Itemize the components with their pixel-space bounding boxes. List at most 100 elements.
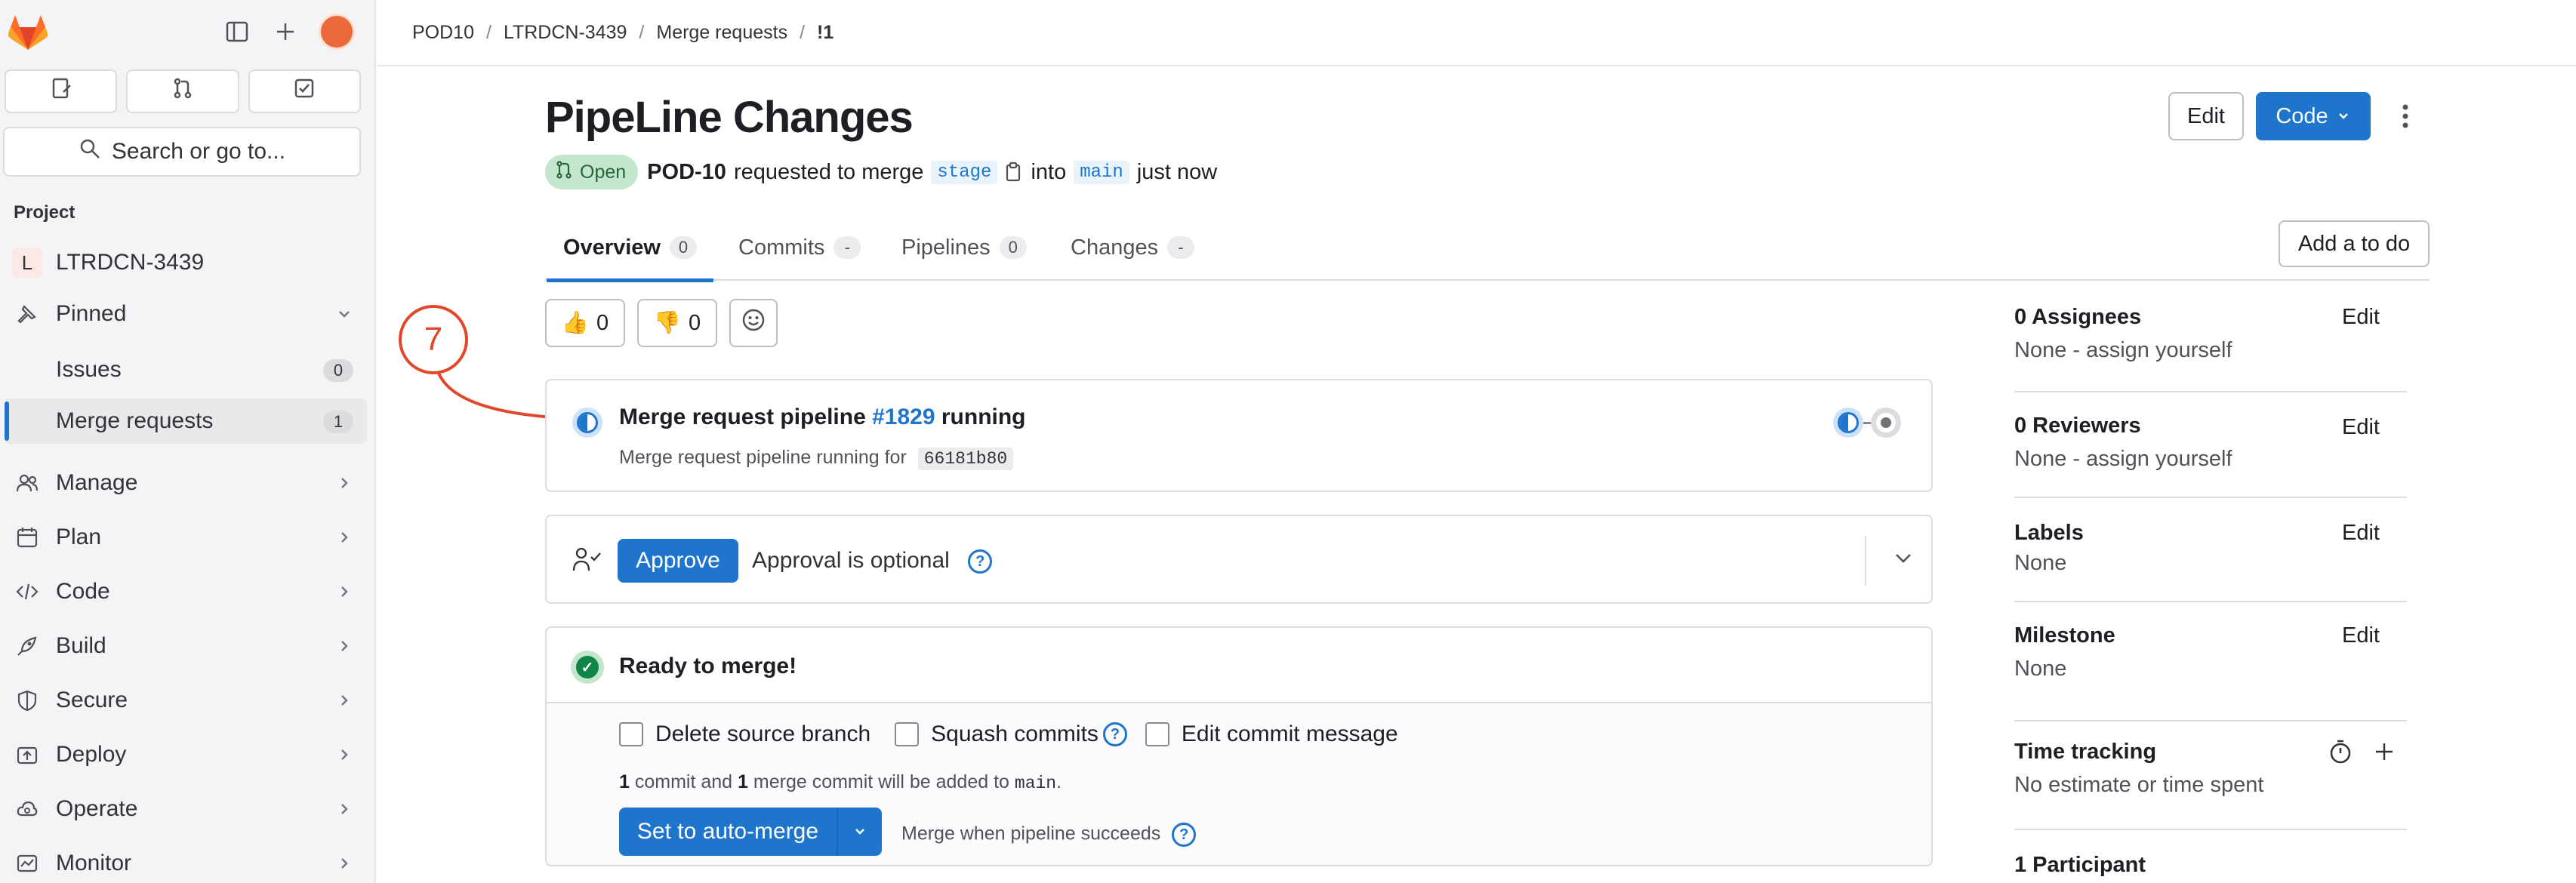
stage-pending-icon[interactable]: [1871, 408, 1901, 438]
labels-value: None: [2014, 551, 2067, 575]
chevron-right-icon: [335, 581, 353, 607]
commit-sha[interactable]: 66181b80: [917, 448, 1014, 470]
thumbs-up-button[interactable]: 👍 0: [545, 299, 625, 347]
tab-label: Overview: [563, 235, 661, 260]
status-label: Open: [580, 161, 627, 183]
source-branch[interactable]: stage: [931, 160, 998, 184]
search-label: Search or go to...: [111, 139, 286, 164]
chevron-down-icon[interactable]: [1892, 546, 1915, 575]
pipeline-title: Merge request pipeline #1829 running: [619, 405, 1026, 430]
milestone-edit-link[interactable]: Edit: [2342, 623, 2380, 648]
approve-button[interactable]: Approve: [618, 539, 738, 583]
checkbox-label[interactable]: Delete source branch: [655, 721, 870, 747]
sidebar-item-build[interactable]: Build: [5, 623, 367, 669]
quick-actions: [5, 69, 361, 113]
todos-shortcut-button[interactable]: [248, 69, 361, 113]
stopwatch-icon[interactable]: [2325, 737, 2356, 767]
breadcrumb-item[interactable]: Merge requests: [656, 22, 787, 44]
time-tracking-section: Time tracking No estimate or time spent: [2014, 737, 2407, 830]
sidebar-item-code[interactable]: Code: [5, 569, 367, 614]
edit-button[interactable]: Edit: [2168, 92, 2244, 140]
merge-widget-header: ✓ Ready to merge!: [547, 628, 1931, 703]
assignees-edit-link[interactable]: Edit: [2342, 305, 2380, 330]
merge-requests-shortcut-button[interactable]: [126, 69, 239, 113]
left-sidebar: Search or go to... Project L LTRDCN-3439…: [0, 0, 376, 883]
sidebar-item-issues[interactable]: Issues 0: [5, 347, 367, 392]
tab-changes[interactable]: Changes -: [1071, 214, 1195, 281]
merge-widget: ✓ Ready to merge! Delete source branch S…: [545, 626, 1933, 866]
sidebar-top-bar: [0, 0, 376, 63]
page-title: PipeLine Changes: [545, 93, 914, 142]
milestone-section: Milestone Edit None: [2014, 617, 2407, 721]
checkbox-label[interactable]: Edit commit message: [1182, 721, 1398, 747]
sidebar-item-manage[interactable]: Manage: [5, 460, 367, 506]
author-link[interactable]: POD-10: [647, 160, 726, 185]
plus-icon[interactable]: [269, 15, 302, 48]
sidebar-item-merge-requests[interactable]: Merge requests 1: [5, 398, 367, 444]
sidebar-item-label: Secure: [56, 688, 128, 712]
plus-icon[interactable]: [2369, 737, 2399, 767]
sidebar-item-label: Monitor: [56, 851, 132, 875]
time-tracking-value: No estimate or time spent: [2014, 773, 2264, 797]
sidebar-item-monitor[interactable]: Monitor: [5, 841, 367, 883]
add-todo-button[interactable]: Add a to do: [2279, 220, 2430, 267]
chevron-right-icon: [335, 744, 353, 770]
assignees-title: 0 Assignees: [2014, 305, 2142, 329]
target-branch[interactable]: main: [1074, 160, 1129, 184]
breadcrumb-item[interactable]: LTRDCN-3439: [504, 22, 627, 44]
status-badge: Open: [545, 155, 639, 189]
calendar-icon: [12, 522, 42, 552]
pipeline-link[interactable]: #1829: [872, 405, 935, 429]
sidebar-project-link[interactable]: L LTRDCN-3439: [5, 240, 367, 285]
code-dropdown-button[interactable]: Code: [2256, 92, 2371, 140]
gitlab-logo-icon[interactable]: [8, 12, 48, 51]
auto-merge-button[interactable]: Set to auto-merge: [619, 808, 837, 856]
assignees-value[interactable]: None - assign yourself: [2014, 338, 2232, 363]
sidebar-item-pinned[interactable]: Pinned: [5, 291, 367, 337]
cloud-icon: [12, 794, 42, 824]
commit-text: commit and: [634, 771, 733, 792]
tab-commits[interactable]: Commits -: [738, 214, 861, 281]
delete-source-branch-checkbox[interactable]: [619, 722, 643, 746]
thumbs-down-button[interactable]: 👎 0: [637, 299, 717, 347]
tab-pipelines[interactable]: Pipelines 0: [901, 214, 1027, 281]
tab-overview[interactable]: Overview 0: [547, 214, 713, 282]
reviewers-value[interactable]: None - assign yourself: [2014, 447, 2232, 472]
squash-commits-checkbox[interactable]: [895, 722, 920, 746]
help-icon[interactable]: ?: [1102, 722, 1127, 746]
user-avatar[interactable]: [319, 14, 355, 50]
reviewers-edit-link[interactable]: Edit: [2342, 415, 2380, 440]
search-button[interactable]: Search or go to...: [3, 127, 361, 177]
sidebar-item-deploy[interactable]: Deploy: [5, 732, 367, 777]
issues-shortcut-button[interactable]: [5, 69, 118, 113]
sidebar-item-secure[interactable]: Secure: [5, 678, 367, 723]
sidebar-toggle-icon[interactable]: [220, 15, 254, 48]
add-reaction-button[interactable]: [729, 299, 778, 347]
sidebar-item-operate[interactable]: Operate: [5, 786, 367, 832]
sidebar-item-label: Manage: [56, 470, 138, 495]
running-status-icon[interactable]: [572, 408, 602, 438]
search-icon: [79, 137, 101, 166]
merge-request-tabs: Overview 0 Commits - Pipelines 0 Changes…: [545, 214, 2430, 282]
breadcrumb-item[interactable]: POD10: [412, 22, 474, 44]
target-branch-name: main: [1014, 774, 1057, 793]
users-icon: [12, 468, 42, 498]
help-icon[interactable]: ?: [1172, 823, 1197, 847]
auto-merge-dropdown[interactable]: [837, 808, 882, 856]
breadcrumb-current[interactable]: !1: [817, 22, 834, 44]
more-actions-icon[interactable]: [2389, 98, 2422, 134]
sidebar-item-label: Build: [56, 633, 106, 658]
thumbs-up-count: 0: [596, 310, 609, 335]
copy-branch-icon[interactable]: [1005, 161, 1023, 183]
thumbs-down-count: 0: [688, 310, 701, 335]
monitor-icon: [12, 848, 42, 878]
checkbox-label[interactable]: Squash commits: [931, 721, 1098, 747]
edit-commit-message-checkbox[interactable]: [1145, 722, 1169, 746]
project-avatar: L: [12, 248, 42, 278]
merge-commit-count: 1: [738, 771, 748, 792]
sidebar-item-label: Code: [56, 579, 110, 604]
help-icon[interactable]: ?: [968, 549, 993, 574]
labels-edit-link[interactable]: Edit: [2342, 521, 2380, 546]
sidebar-item-plan[interactable]: Plan: [5, 515, 367, 560]
stage-running-icon[interactable]: [1833, 408, 1863, 438]
